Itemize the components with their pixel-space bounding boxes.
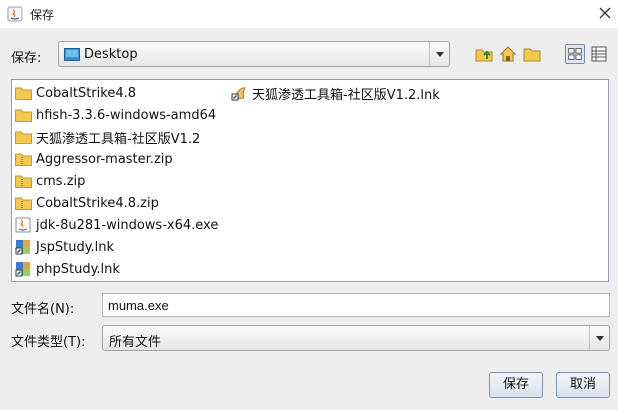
list-item[interactable]: CobaltStrike4.8 xyxy=(15,83,136,103)
shortcut-icon xyxy=(15,262,30,277)
file-name: jdk-8u281-windows-x64.exe xyxy=(36,217,219,233)
zip-folder-icon xyxy=(15,197,32,210)
file-name: CobaltStrike4.8 xyxy=(36,85,137,101)
window-title: 保存 xyxy=(30,8,55,22)
filetype-combo[interactable]: 所有文件 xyxy=(102,325,610,351)
dialog-body: 保存: Desktop CobaltStrike4.8 hfish-3.3.6-… xyxy=(0,28,618,410)
folder-icon xyxy=(15,109,32,122)
file-name: 天狐渗透工具箱-社区版V1.2 xyxy=(36,131,201,147)
save-button[interactable]: 保存 xyxy=(489,372,543,398)
list-item[interactable]: phpStudy.lnk xyxy=(15,259,120,279)
details-view-icon[interactable] xyxy=(589,44,609,64)
filetype-value: 所有文件 xyxy=(109,335,162,350)
filetype-label: 文件类型(T): xyxy=(11,335,86,350)
up-folder-icon[interactable] xyxy=(474,44,494,64)
filename-input[interactable] xyxy=(102,293,610,317)
file-name: CobaltStrike4.8.zip xyxy=(36,195,159,211)
new-folder-icon[interactable] xyxy=(522,44,542,64)
list-view-icon[interactable] xyxy=(565,44,585,64)
file-name: 天狐渗透工具箱-社区版V1.2.lnk xyxy=(252,87,440,103)
file-name: JspStudy.lnk xyxy=(36,239,115,255)
file-name: cms.zip xyxy=(36,173,86,189)
list-item[interactable]: Aggressor-master.zip xyxy=(15,149,173,169)
list-item[interactable]: cms.zip xyxy=(15,171,85,191)
file-name: phpStudy.lnk xyxy=(36,261,120,277)
file-list[interactable]: CobaltStrike4.8 hfish-3.3.6-windows-amd6… xyxy=(11,79,609,282)
file-name: hfish-3.3.6-windows-amd64 xyxy=(36,107,217,123)
chevron-down-icon[interactable] xyxy=(589,326,609,350)
list-item[interactable]: 天狐渗透工具箱-社区版V1.2 xyxy=(15,127,200,147)
list-item[interactable]: 天狐渗透工具箱-社区版V1.2.lnk xyxy=(231,83,440,103)
chevron-down-icon[interactable] xyxy=(429,42,449,66)
java-app-icon xyxy=(7,6,23,22)
folder-icon xyxy=(15,87,32,100)
list-item[interactable]: hfish-3.3.6-windows-amd64 xyxy=(15,105,216,125)
home-icon[interactable] xyxy=(498,44,518,64)
close-icon[interactable] xyxy=(596,4,614,22)
cancel-button[interactable]: 取消 xyxy=(556,372,610,398)
filename-label: 文件名(N): xyxy=(11,302,75,317)
file-name: Aggressor-master.zip xyxy=(36,151,173,167)
zip-folder-icon xyxy=(15,153,32,166)
shortcut-icon xyxy=(15,240,30,255)
save-in-value: Desktop xyxy=(84,47,138,62)
folder-icon xyxy=(15,131,32,144)
fox-shortcut-icon xyxy=(231,87,246,101)
java-exe-icon xyxy=(15,217,31,233)
zip-folder-icon xyxy=(15,175,32,188)
save-in-label: 保存: xyxy=(11,51,42,66)
title-bar: 保存 xyxy=(0,0,618,28)
list-item[interactable]: jdk-8u281-windows-x64.exe xyxy=(15,215,218,235)
save-in-combo[interactable]: Desktop xyxy=(58,41,450,67)
list-item[interactable]: JspStudy.lnk xyxy=(15,237,114,257)
desktop-icon xyxy=(64,48,80,61)
list-item[interactable]: CobaltStrike4.8.zip xyxy=(15,193,159,213)
